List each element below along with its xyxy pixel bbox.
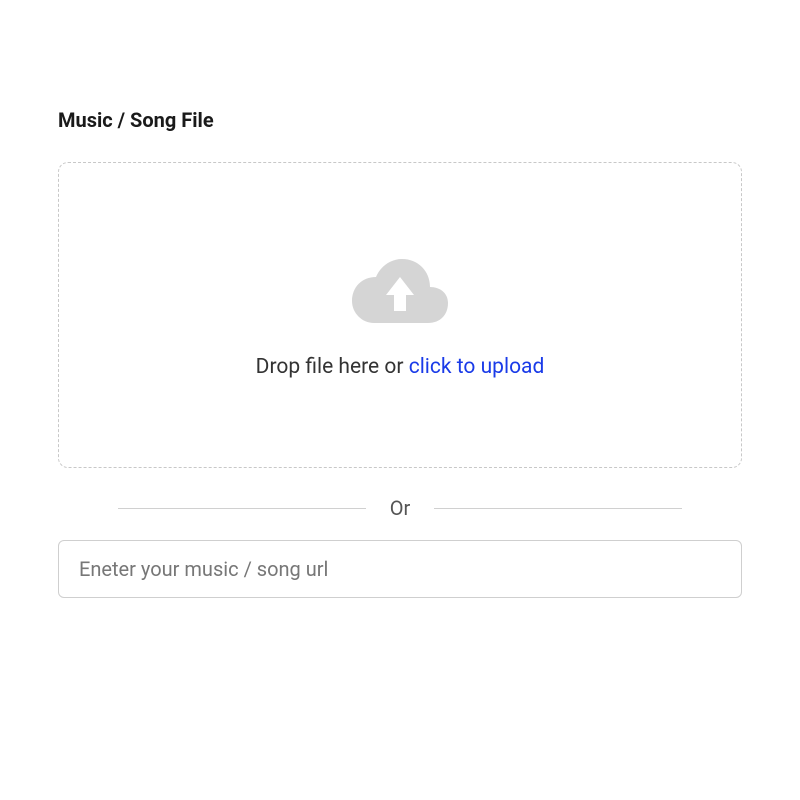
dropzone-label: Drop file here or click to upload xyxy=(256,355,545,379)
music-file-section: Music / Song File Drop file here or clic… xyxy=(58,108,742,598)
cloud-upload-icon xyxy=(350,251,450,331)
file-dropzone[interactable]: Drop file here or click to upload xyxy=(58,162,742,468)
divider: Or xyxy=(58,496,742,520)
upload-link[interactable]: click to upload xyxy=(409,355,545,379)
divider-label: Or xyxy=(366,496,435,520)
dropzone-text-prefix: Drop file here or xyxy=(256,355,409,379)
divider-line-right xyxy=(434,508,682,509)
section-title: Music / Song File xyxy=(58,108,742,132)
music-url-input[interactable] xyxy=(58,540,742,598)
divider-line-left xyxy=(118,508,366,509)
